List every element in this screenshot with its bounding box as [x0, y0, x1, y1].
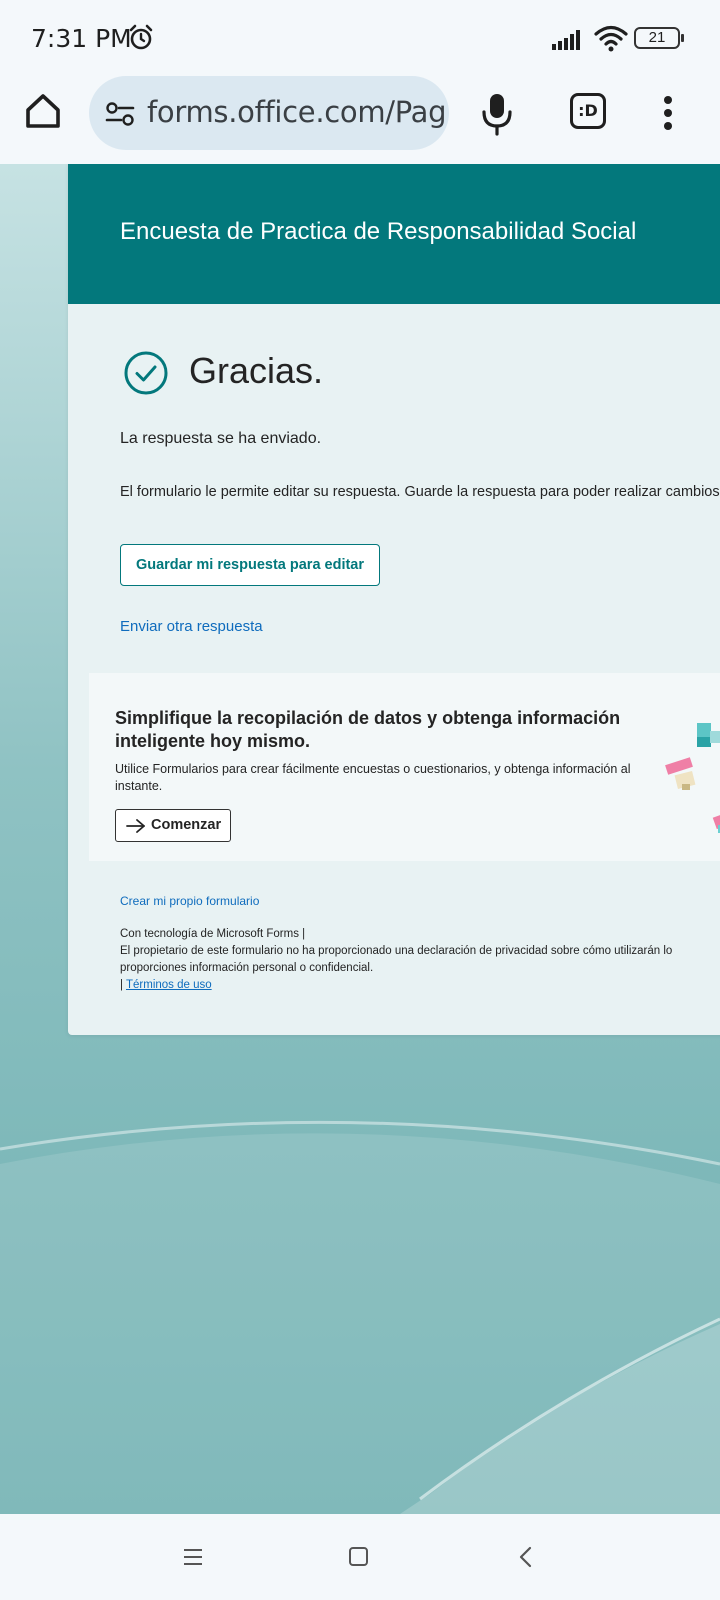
save-response-button[interactable]: Guardar mi respuesta para editar	[120, 544, 380, 586]
back-icon[interactable]	[518, 1546, 532, 1568]
privacy-text-line2: proporciones información personal o conf…	[120, 962, 374, 974]
tabs-icon[interactable]: :D	[570, 93, 606, 129]
form-title: Encuesta de Practica de Responsabilidad …	[120, 218, 637, 245]
battery-level: 21	[648, 29, 666, 46]
promo-illustration	[665, 723, 720, 833]
battery-icon: 21	[634, 27, 684, 49]
wifi-icon	[594, 25, 628, 52]
terms-row: | Términos de uso	[120, 977, 720, 994]
start-button[interactable]: Comenzar	[115, 809, 231, 842]
browser-toolbar: forms.office.com/Pag :D	[0, 76, 720, 164]
create-form-link[interactable]: Crear mi propio formulario	[120, 894, 259, 908]
system-nav-bar	[0, 1514, 720, 1600]
thanks-heading: Gracias.	[189, 350, 324, 391]
submit-another-link[interactable]: Enviar otra respuesta	[120, 618, 263, 635]
more-icon[interactable]	[662, 96, 674, 132]
edit-info-text: El formulario le permite editar su respu…	[120, 484, 720, 500]
arrow-right-icon	[126, 819, 145, 833]
signal-icon	[552, 30, 580, 50]
footer-text: Con tecnología de Microsoft Forms | El p…	[120, 926, 720, 994]
check-circle-icon	[124, 351, 168, 395]
page-content: Encuesta de Practica de Responsabilidad …	[0, 164, 720, 1514]
form-card: Encuesta de Practica de Responsabilidad …	[68, 164, 720, 1035]
url-text: forms.office.com/Pag	[147, 95, 447, 129]
promo-title: Simplifique la recopilación de datos y o…	[115, 708, 621, 751]
mic-icon[interactable]	[480, 92, 514, 136]
address-bar[interactable]: forms.office.com/Pag	[89, 76, 449, 150]
status-time: 7:31 PM	[31, 24, 132, 53]
status-bar: 7:31 PM 21	[0, 0, 720, 76]
powered-by-text: Con tecnología de Microsoft Forms |	[120, 928, 306, 940]
home-nav-icon[interactable]	[349, 1547, 368, 1566]
recents-icon[interactable]	[183, 1548, 203, 1566]
promo-banner: Simplifique la recopilación de datos y o…	[89, 673, 720, 861]
promo-description: Utilice Formularios para crear fácilment…	[115, 762, 631, 793]
start-button-label: Comenzar	[151, 817, 222, 833]
privacy-text-line1: El propietario de este formulario no ha …	[120, 945, 673, 957]
home-icon[interactable]	[22, 90, 64, 132]
form-header: Encuesta de Practica de Responsabilidad …	[68, 164, 720, 304]
alarm-icon	[129, 24, 153, 50]
terms-link[interactable]: Términos de uso	[126, 979, 212, 991]
submitted-message: La respuesta se ha enviado.	[120, 430, 322, 447]
site-settings-icon[interactable]	[105, 102, 135, 126]
